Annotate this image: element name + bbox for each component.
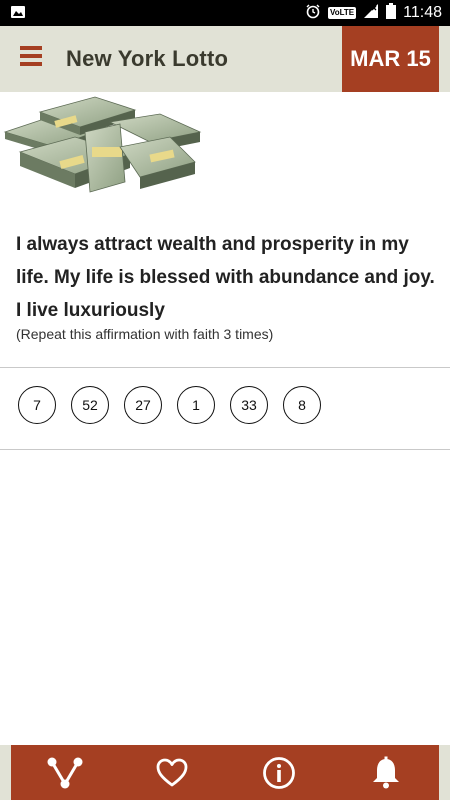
number-ball: 27 [124, 386, 162, 424]
lotto-numbers: 7 52 27 1 33 8 [18, 386, 321, 424]
affirmation-note: (Repeat this affirmation with faith 3 ti… [16, 326, 274, 342]
app-bar: New York Lotto MAR 15 [0, 26, 450, 92]
page-title: New York Lotto [66, 46, 229, 71]
number-ball: 8 [283, 386, 321, 424]
menu-icon[interactable] [20, 46, 46, 72]
status-bar: VoLTE 11:48 [0, 0, 450, 26]
divider [0, 449, 450, 450]
number-ball: 33 [230, 386, 268, 424]
alarm-icon [305, 3, 321, 24]
money-stack-image [3, 96, 202, 193]
draw-date-badge[interactable]: MAR 15 [342, 26, 439, 92]
signal-icon [363, 3, 379, 24]
image-notification-icon [10, 4, 26, 25]
clock: 11:48 [403, 4, 442, 21]
bell-icon[interactable] [366, 753, 406, 793]
number-ball: 1 [177, 386, 215, 424]
number-ball: 52 [71, 386, 109, 424]
volte-badge: VoLTE [327, 7, 357, 19]
battery-icon [386, 2, 397, 24]
divider [0, 367, 450, 368]
number-ball: 7 [18, 386, 56, 424]
affirmation-text: I always attract wealth and prosperity i… [16, 234, 435, 321]
bottom-nav [0, 745, 450, 800]
heart-icon[interactable] [152, 753, 192, 793]
info-icon[interactable] [259, 753, 299, 793]
share-icon[interactable] [45, 753, 85, 793]
